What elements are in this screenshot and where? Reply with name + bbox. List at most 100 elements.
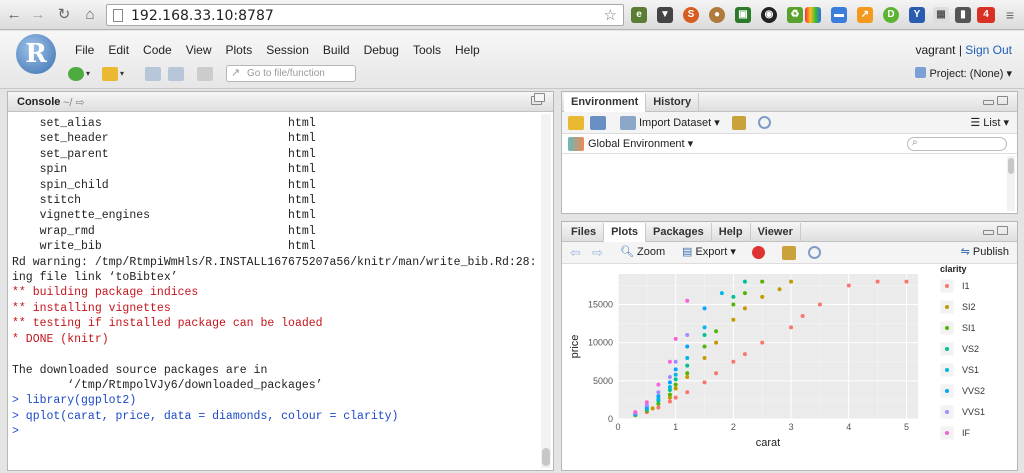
- data-point: [789, 325, 794, 330]
- scatter-plot: 0 1 2 3 4 5 0 5000 10000 15000 carat price clarity I1…: [569, 264, 985, 449]
- legend-label: SI1: [962, 323, 976, 333]
- console-window-controls[interactable]: [517, 93, 547, 108]
- list-view-toggle[interactable]: ☰ List ▾: [970, 116, 1009, 129]
- camera-extension-icon[interactable]: ◉: [761, 7, 777, 23]
- menu-item-file[interactable]: File: [68, 43, 101, 57]
- open-folder-icon[interactable]: [102, 67, 118, 81]
- plot-panel: [618, 274, 918, 419]
- page-extension-icon[interactable]: ▣: [735, 7, 751, 23]
- legend-label: SI2: [962, 302, 976, 312]
- tab-files[interactable]: Files: [564, 223, 605, 242]
- menu-item-code[interactable]: Code: [136, 43, 179, 57]
- import-dataset-button[interactable]: Import Dataset ▾: [639, 116, 720, 129]
- address-bar[interactable]: 192.168.33.10:8787 ☆: [106, 4, 624, 26]
- chart-extension-icon[interactable]: ↗: [857, 7, 873, 23]
- chrome-menu-icon[interactable]: ≡: [1000, 5, 1020, 25]
- console-line: ‘/tmp/RtmpolVJy6/downloaded_packages’: [12, 378, 323, 392]
- plots-window-controls[interactable]: [981, 226, 1011, 238]
- broom-icon[interactable]: [732, 116, 746, 130]
- data-point: [685, 344, 690, 349]
- data-point: [731, 317, 736, 322]
- tab-environment[interactable]: Environment: [564, 93, 647, 112]
- publish-button[interactable]: ⇋ Publish: [961, 245, 1009, 258]
- env-window-controls[interactable]: [981, 96, 1011, 108]
- tab-packages[interactable]: Packages: [646, 223, 712, 242]
- save-icon[interactable]: [145, 67, 161, 81]
- environment-toolbar: Import Dataset ▾ ☰ List ▾: [562, 112, 1017, 134]
- export-icon: ▤: [682, 246, 693, 258]
- sign-out-link[interactable]: Sign Out: [965, 43, 1012, 57]
- save-workspace-icon[interactable]: [590, 116, 606, 130]
- bookmark-star-icon[interactable]: ☆: [604, 6, 617, 24]
- menu-item-plots[interactable]: Plots: [219, 43, 260, 57]
- data-point: [685, 355, 690, 360]
- back-arrow-icon[interactable]: ←: [4, 5, 24, 25]
- menu-item-tools[interactable]: Tools: [406, 43, 448, 57]
- console-output[interactable]: set_alias html set_header html set_paren…: [12, 116, 539, 468]
- menu-item-build[interactable]: Build: [316, 43, 357, 57]
- gmail-extension-icon[interactable]: 4: [977, 7, 995, 23]
- v-extension-icon[interactable]: Y: [909, 7, 925, 23]
- chevron-down-icon[interactable]: ▾: [120, 69, 128, 78]
- remove-plot-icon[interactable]: [752, 246, 765, 259]
- menubar: R File Edit Code View Plots Session Build Debug…: [0, 31, 1024, 89]
- environment-search-input[interactable]: ⌕: [907, 137, 1007, 151]
- tab-help[interactable]: Help: [712, 223, 751, 242]
- clear-plots-broom-icon[interactable]: [782, 246, 796, 260]
- data-point: [702, 306, 707, 311]
- x-axis-label: carat: [756, 437, 780, 449]
- menu-item-view[interactable]: View: [179, 43, 219, 57]
- chat-extension-icon[interactable]: ▬: [831, 7, 847, 23]
- global-environment-dropdown[interactable]: Global Environment ▾: [588, 137, 693, 150]
- d-extension-icon[interactable]: D: [883, 7, 899, 23]
- forward-arrow-icon[interactable]: →: [28, 5, 48, 25]
- env-scrollbar[interactable]: [1007, 156, 1015, 211]
- refresh-icon[interactable]: [758, 116, 771, 129]
- data-point: [656, 382, 661, 387]
- reload-icon[interactable]: ↻: [54, 5, 74, 25]
- console-line: ** building package indices: [12, 286, 199, 300]
- pocket-extension-icon[interactable]: ▼: [657, 7, 673, 23]
- menu-item-session[interactable]: Session: [259, 43, 316, 57]
- export-button[interactable]: ▤ Export ▾: [682, 245, 736, 258]
- data-point: [702, 325, 707, 330]
- data-point: [731, 294, 736, 299]
- print-icon[interactable]: [197, 67, 213, 81]
- tab-plots[interactable]: Plots: [604, 223, 646, 242]
- save-all-icon[interactable]: [168, 67, 184, 81]
- home-icon[interactable]: ⌂: [80, 5, 100, 25]
- import-dataset-icon[interactable]: [620, 116, 636, 130]
- bookmark-extension-icon[interactable]: ▮: [955, 7, 971, 23]
- next-plot-icon[interactable]: ⇨: [592, 245, 603, 261]
- legend-swatch: [945, 284, 949, 288]
- previous-plot-icon[interactable]: ⇦: [570, 245, 581, 261]
- tab-history[interactable]: History: [646, 93, 700, 112]
- evernote-extension-icon[interactable]: e: [631, 7, 647, 23]
- cookie-extension-icon[interactable]: ●: [709, 7, 725, 23]
- refresh-plot-icon[interactable]: [808, 246, 821, 259]
- data-point: [731, 302, 736, 307]
- menu-item-debug[interactable]: Debug: [357, 43, 406, 57]
- load-workspace-icon[interactable]: [568, 116, 584, 130]
- x-tick-label: 2: [731, 422, 736, 432]
- grid-extension-icon[interactable]: ▦: [933, 7, 949, 23]
- menu-item-help[interactable]: Help: [448, 43, 487, 57]
- chevron-down-icon[interactable]: ▾: [86, 69, 94, 78]
- x-tick-label: 0: [615, 422, 620, 432]
- environment-tabs: Environment History: [564, 93, 700, 112]
- menu-item-edit[interactable]: Edit: [101, 43, 136, 57]
- browser-toolbar: ← → ↻ ⌂ 192.168.33.10:8787 ☆ e ▼ S ● ▣ ◉…: [0, 0, 1024, 30]
- zoom-button[interactable]: 🔍︎ Zoom: [620, 245, 665, 258]
- project-menu[interactable]: Project: (None) ▾: [915, 67, 1012, 80]
- legend-label: VS2: [962, 344, 979, 354]
- console-scrollbar[interactable]: [541, 114, 551, 468]
- new-file-icon[interactable]: [68, 67, 84, 81]
- goto-file-input[interactable]: Go to file/function: [226, 65, 356, 82]
- colors-extension-icon[interactable]: [805, 7, 821, 23]
- recycle-extension-icon[interactable]: ♻: [787, 7, 803, 23]
- legend-swatch: [945, 368, 949, 372]
- data-point: [667, 392, 672, 397]
- s-extension-icon[interactable]: S: [683, 7, 699, 23]
- tab-viewer[interactable]: Viewer: [751, 223, 801, 242]
